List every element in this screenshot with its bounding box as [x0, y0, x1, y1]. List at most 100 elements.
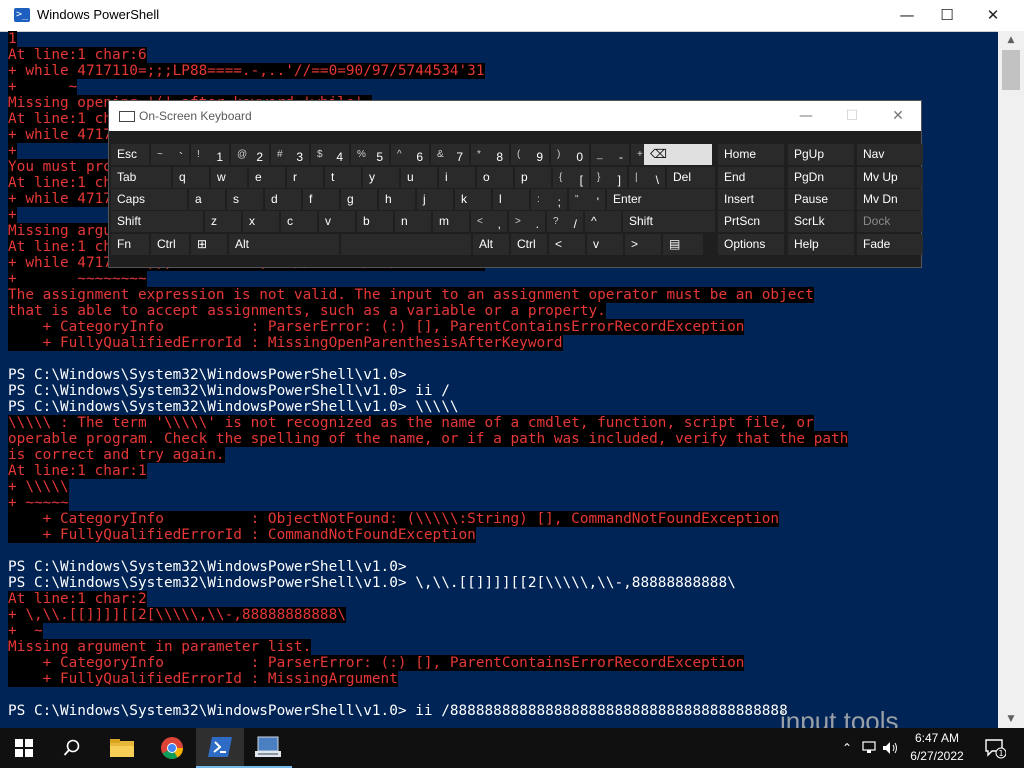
osk-key[interactable]: ! 1 [191, 144, 229, 165]
osk-minimize-button[interactable]: — [783, 101, 829, 131]
osk-key[interactable]: ) 0 [551, 144, 589, 165]
osk-key[interactable]: a [189, 189, 225, 210]
osk-key[interactable]: #3 [271, 144, 309, 165]
osk-key[interactable]: | \ [629, 167, 665, 188]
osk-key[interactable]: ▤ [663, 234, 703, 255]
osk-key[interactable]: Pause [788, 189, 854, 210]
osk-key[interactable]: z [205, 211, 241, 232]
osk-key[interactable]: r [287, 167, 323, 188]
osk-key[interactable]: Insert [718, 189, 784, 210]
osk-key[interactable]: Mv Dn [857, 189, 923, 210]
osk-key[interactable]: ^ 6 [391, 144, 429, 165]
osk-key[interactable]: :; [531, 189, 567, 210]
osk-key[interactable]: ⌫ [644, 144, 712, 165]
osk-key[interactable]: Enter [607, 189, 715, 210]
on-screen-keyboard-taskbar-icon[interactable] [244, 728, 292, 768]
volume-icon[interactable] [880, 728, 902, 768]
close-button[interactable]: ✕ [970, 0, 1016, 31]
powershell-titlebar[interactable]: >_ Windows PowerShell — ☐ ✕ [0, 0, 1024, 32]
osk-key[interactable]: (9 [511, 144, 549, 165]
clock-date[interactable]: 6/27/2022 [903, 749, 971, 763]
osk-key[interactable]: Dock [857, 211, 923, 232]
osk-key[interactable]: Del [667, 167, 715, 188]
osk-key[interactable]: ⊞ [191, 234, 227, 255]
osk-key[interactable]: Esc [111, 144, 149, 165]
osk-key[interactable]: l [493, 189, 529, 210]
osk-key[interactable]: $4 [311, 144, 349, 165]
osk-key[interactable]: % 5 [351, 144, 389, 165]
osk-key[interactable]: s [227, 189, 263, 210]
osk-key[interactable]: <, [471, 211, 507, 232]
osk-key[interactable]: f [303, 189, 339, 210]
start-windows-icon[interactable] [0, 728, 48, 768]
osk-key[interactable]: x [243, 211, 279, 232]
osk-key[interactable]: j [417, 189, 453, 210]
osk-key[interactable]: w [211, 167, 247, 188]
osk-key[interactable]: c [281, 211, 317, 232]
osk-key[interactable]: End [718, 167, 784, 188]
osk-titlebar[interactable]: On-Screen Keyboard — ☐ ✕ [109, 101, 921, 131]
powershell-taskbar-icon[interactable] [196, 728, 244, 768]
osk-key[interactable]: }] [591, 167, 627, 188]
osk-key[interactable]: v [587, 234, 623, 255]
osk-key[interactable]: Alt [229, 234, 339, 255]
osk-key[interactable]: {[ [553, 167, 589, 188]
osk-maximize-button[interactable]: ☐ [829, 101, 875, 131]
osk-key[interactable] [341, 234, 471, 255]
osk-key[interactable]: g [341, 189, 377, 210]
osk-key[interactable]: ^ [585, 211, 621, 232]
scroll-up-icon[interactable]: ▲ [998, 31, 1024, 49]
osk-key[interactable]: PrtScn [718, 211, 784, 232]
osk-key[interactable]: Ctrl [511, 234, 547, 255]
osk-key[interactable]: PgDn [788, 167, 854, 188]
osk-key[interactable]: Nav [857, 144, 923, 165]
osk-key[interactable]: Home [718, 144, 784, 165]
osk-key[interactable]: _ - [591, 144, 629, 165]
on-screen-keyboard[interactable]: On-Screen Keyboard — ☐ ✕ Esc ~ `! 1 @2 #3 $4% 5… [108, 100, 923, 268]
osk-key[interactable]: Ctrl [151, 234, 189, 255]
osk-key[interactable]: PgUp [788, 144, 854, 165]
osk-key[interactable]: >. [509, 211, 545, 232]
scroll-down-icon[interactable]: ▼ [998, 710, 1024, 728]
osk-key[interactable]: n [395, 211, 431, 232]
osk-key[interactable]: y [363, 167, 399, 188]
osk-key[interactable]: ~ ` [151, 144, 189, 165]
osk-key[interactable]: Mv Up [857, 167, 923, 188]
osk-key[interactable]: o [477, 167, 513, 188]
osk-key[interactable]: Caps [111, 189, 187, 210]
osk-key[interactable]: b [357, 211, 393, 232]
osk-key[interactable]: & 7 [431, 144, 469, 165]
osk-key[interactable]: m [433, 211, 469, 232]
osk-key[interactable]: q [173, 167, 209, 188]
maximize-button[interactable]: ☐ [924, 0, 970, 31]
scrollbar-thumb[interactable] [1002, 50, 1020, 90]
console-scrollbar[interactable]: ▲ ▼ [998, 31, 1024, 728]
osk-key[interactable]: Options [718, 234, 784, 255]
osk-key[interactable]: ScrLk [788, 211, 854, 232]
osk-key[interactable]: Fn [111, 234, 149, 255]
osk-key[interactable]: " ' [569, 189, 605, 210]
osk-close-button[interactable]: ✕ [875, 101, 921, 131]
chevron-up-icon[interactable]: ⌃ [836, 728, 858, 768]
osk-key[interactable]: e [249, 167, 285, 188]
osk-key[interactable]: Shift [623, 211, 715, 232]
file-explorer-icon[interactable] [98, 728, 146, 768]
osk-key[interactable]: Tab [111, 167, 171, 188]
osk-key[interactable]: @2 [231, 144, 269, 165]
osk-key[interactable]: h [379, 189, 415, 210]
osk-key[interactable]: ? / [547, 211, 583, 232]
osk-key[interactable]: i [439, 167, 475, 188]
notification-icon[interactable]: 1 [978, 728, 1012, 768]
search-icon[interactable] [48, 728, 96, 768]
osk-key[interactable]: v [319, 211, 355, 232]
osk-key[interactable]: p [515, 167, 551, 188]
osk-key[interactable]: * 8 [471, 144, 509, 165]
osk-key[interactable]: Fade [857, 234, 923, 255]
osk-key[interactable]: Alt [473, 234, 509, 255]
osk-key[interactable]: t [325, 167, 361, 188]
osk-key[interactable]: < [549, 234, 585, 255]
network-icon[interactable] [858, 728, 880, 768]
osk-key[interactable]: d [265, 189, 301, 210]
osk-key[interactable]: u [401, 167, 437, 188]
clock-time[interactable]: 6:47 AM [903, 731, 971, 745]
